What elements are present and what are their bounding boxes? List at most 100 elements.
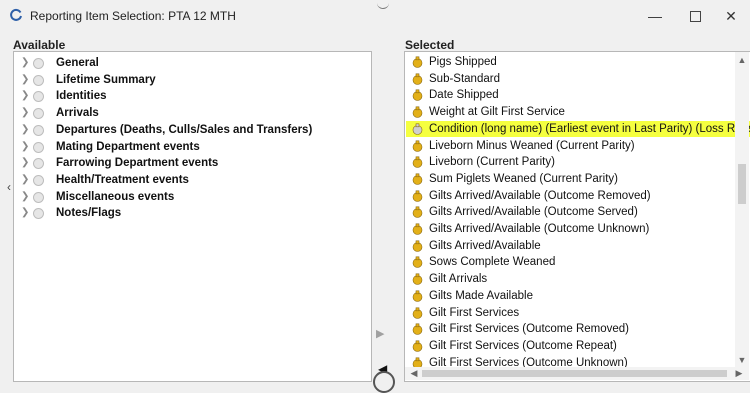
selected-item-label: Date Shipped <box>429 89 499 102</box>
selected-item-label: Sum Piglets Weaned (Current Parity) <box>429 172 618 185</box>
tree-item-label: Farrowing Department events <box>56 157 219 170</box>
item-icon <box>412 290 423 302</box>
expand-chevron-icon[interactable]: ❯ <box>21 189 29 205</box>
horizontal-scroll-thumb[interactable] <box>422 370 727 377</box>
selected-item[interactable]: Gilts Arrived/Available (Outcome Served) <box>406 204 736 220</box>
selected-item[interactable]: Condition (long name) (Earliest event in… <box>406 120 750 137</box>
tree-node-icon <box>33 208 44 220</box>
window-title: Reporting Item Selection: PTA 12 MTH <box>30 9 236 23</box>
selected-item[interactable]: Liveborn (Current Parity) <box>406 154 736 170</box>
selected-item[interactable]: Sows Complete Weaned <box>406 254 736 270</box>
tree-node-icon <box>33 91 44 103</box>
item-icon <box>412 173 423 185</box>
selected-item-label: Gilts Arrived/Available (Outcome Served) <box>429 206 638 219</box>
selected-item[interactable]: Gilt First Services <box>406 305 736 321</box>
available-tree[interactable]: ❯ General ❯ Lifetime Summary ❯ Identities ❯ Arr… <box>13 51 372 382</box>
splitter-handle-icon[interactable]: ‹ <box>7 180 13 194</box>
tree-item-label: Miscellaneous events <box>56 190 175 203</box>
selected-item[interactable]: Date Shipped <box>406 87 736 103</box>
close-icon: ✕ <box>725 8 737 24</box>
selected-item-label: Gilts Arrived/Available (Outcome Removed… <box>429 189 651 202</box>
selected-item[interactable]: Gilt First Services (Outcome Removed) <box>406 321 736 337</box>
expand-chevron-icon[interactable]: ❯ <box>21 105 29 121</box>
selected-item[interactable]: Sum Piglets Weaned (Current Parity) <box>406 171 736 187</box>
tree-node-icon <box>33 108 44 120</box>
item-icon <box>412 89 423 102</box>
selected-item[interactable]: Pigs Shipped <box>406 54 736 70</box>
tree-item-label: Mating Department events <box>56 140 200 153</box>
item-icon <box>412 123 423 135</box>
title-bar: Reporting Item Selection: PTA 12 MTH — ✕ <box>0 0 750 34</box>
tree-node-icon <box>33 174 44 186</box>
selected-item-label: Weight at Gilt First Service <box>429 106 565 119</box>
expand-chevron-icon[interactable]: ❯ <box>21 139 29 155</box>
selected-item-label: Condition (long name) (Earliest event in… <box>429 122 750 135</box>
maximize-icon <box>689 11 701 22</box>
resize-grip-icon[interactable] <box>373 371 395 393</box>
expand-chevron-icon[interactable]: ❯ <box>21 88 29 104</box>
selected-item-label: Gilts Arrived/Available (Outcome Unknown… <box>429 223 650 235</box>
tree-node-icon <box>33 191 44 203</box>
available-label: Available <box>13 38 66 52</box>
tree-item-label: Health/Treatment events <box>56 173 189 186</box>
selected-item[interactable]: Weight at Gilt First Service <box>406 104 736 120</box>
drag-notch-icon <box>377 2 389 9</box>
scroll-left-icon[interactable]: ◀ <box>408 367 420 380</box>
item-icon <box>412 323 423 335</box>
selected-item-label: Gilt First Services (Outcome Repeat) <box>429 339 617 352</box>
selected-item-label: Gilt Arrivals <box>429 273 488 286</box>
minimize-icon: — <box>648 8 662 24</box>
selected-item-label: Gilts Arrived/Available <box>429 239 541 252</box>
expand-chevron-icon[interactable]: ❯ <box>21 122 29 138</box>
item-icon <box>412 307 423 319</box>
selected-item[interactable]: Liveborn Minus Weaned (Current Parity) <box>406 138 736 154</box>
item-icon <box>412 240 423 252</box>
expand-chevron-icon[interactable]: ❯ <box>21 55 29 71</box>
tree-node-icon <box>33 124 44 136</box>
tree-node-icon <box>33 58 44 69</box>
item-icon <box>412 73 423 85</box>
expand-chevron-icon[interactable]: ❯ <box>21 205 29 221</box>
scroll-thumb[interactable] <box>738 164 746 204</box>
item-icon <box>412 156 423 168</box>
item-icon <box>412 223 423 235</box>
item-icon <box>412 206 423 219</box>
tree-item-label: Arrivals <box>56 107 99 120</box>
selected-item-label: Pigs Shipped <box>429 56 497 68</box>
selected-item-label: Liveborn (Current Parity) <box>429 156 555 169</box>
move-right-button[interactable]: ▶ <box>376 327 388 341</box>
selected-item-label: Gilt First Services <box>429 306 520 319</box>
selected-item-label: Liveborn Minus Weaned (Current Parity) <box>429 139 635 152</box>
scroll-up-icon[interactable]: ▲ <box>737 54 747 66</box>
selected-item[interactable]: Gilts Arrived/Available <box>406 238 736 254</box>
tree-node-icon <box>33 74 44 86</box>
scroll-down-icon[interactable]: ▼ <box>737 354 747 366</box>
selected-item[interactable]: Gilts Arrived/Available (Outcome Removed… <box>406 188 736 204</box>
selected-list[interactable]: Pigs Shipped Sub-Standard Date Shipped Weig… <box>404 51 750 382</box>
close-button[interactable]: ✕ <box>716 5 746 27</box>
selected-item[interactable]: Sub-Standard <box>406 71 736 87</box>
expand-chevron-icon[interactable]: ❯ <box>21 72 29 88</box>
minimize-button[interactable]: — <box>640 5 670 27</box>
tree-item-label: General <box>56 57 99 69</box>
selected-item-label: Sub-Standard <box>429 72 500 85</box>
maximize-button[interactable] <box>680 5 710 27</box>
selected-item-label: Gilts Made Available <box>429 289 533 302</box>
selected-vertical-scrollbar[interactable]: ▲ ▼ <box>735 52 749 368</box>
tree-item-label: Lifetime Summary <box>56 73 156 86</box>
expand-chevron-icon[interactable]: ❯ <box>21 155 29 171</box>
selected-label: Selected <box>405 38 455 52</box>
tree-node-icon <box>33 158 44 170</box>
expand-chevron-icon[interactable]: ❯ <box>21 172 29 188</box>
app-refresh-icon <box>10 8 22 21</box>
selected-item[interactable]: Gilt First Services (Outcome Repeat) <box>406 338 736 354</box>
selected-horizontal-scrollbar[interactable]: ◀ ▶ <box>405 367 749 380</box>
tree-item-label: Departures (Deaths, Culls/Sales and Tran… <box>56 123 313 136</box>
scroll-right-icon[interactable]: ▶ <box>733 367 745 380</box>
selected-item[interactable]: Gilts Arrived/Available (Outcome Unknown… <box>406 221 736 237</box>
item-icon <box>412 273 423 285</box>
selected-item[interactable]: Gilt Arrivals <box>406 271 736 287</box>
selected-item[interactable]: Gilts Made Available <box>406 288 736 304</box>
item-icon <box>412 56 423 68</box>
tree-item-label: Notes/Flags <box>56 207 122 220</box>
